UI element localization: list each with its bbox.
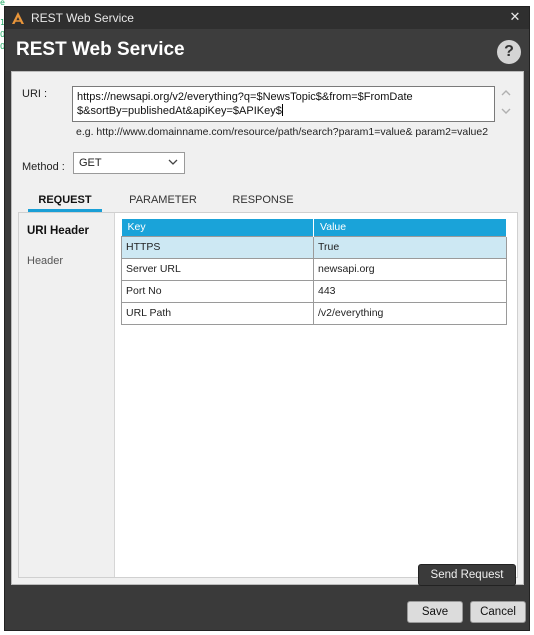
uri-label: URI : bbox=[22, 88, 48, 100]
nav-item-uri-header[interactable]: URI Header bbox=[27, 225, 89, 237]
chevron-down-icon bbox=[167, 155, 179, 169]
dialog-header: REST Web Service ? bbox=[5, 29, 529, 71]
uri-input[interactable]: https://newsapi.org/v2/everything?q=$New… bbox=[72, 86, 495, 122]
request-tabs: REQUEST PARAMETER RESPONSE bbox=[24, 190, 304, 212]
uri-text-line-2-content: $&sortBy=publishedAt&apiKey=$APIKey$ bbox=[77, 105, 282, 117]
uri-header-table: Key Value HTTPS True Server URL newsapi.… bbox=[121, 219, 507, 325]
method-label: Method : bbox=[22, 161, 65, 173]
table-header-row: Key Value bbox=[121, 219, 507, 236]
table-row[interactable]: Server URL newsapi.org bbox=[121, 257, 507, 281]
uri-example-hint: e.g. http://www.domainname.com/resource/… bbox=[76, 126, 489, 138]
tab-parameter[interactable]: PARAMETER bbox=[122, 190, 204, 212]
column-header-value[interactable]: Value bbox=[313, 219, 507, 236]
window-titlebar[interactable]: REST Web Service ✕ bbox=[5, 7, 529, 29]
table-cell-value[interactable]: /v2/everything bbox=[313, 301, 507, 325]
text-caret bbox=[281, 104, 283, 116]
table-row[interactable]: Port No 443 bbox=[121, 279, 507, 303]
tab-request[interactable]: REQUEST bbox=[28, 190, 102, 212]
table-cell-key[interactable]: HTTPS bbox=[121, 235, 314, 259]
window-title: REST Web Service bbox=[31, 11, 134, 25]
page-title: REST Web Service bbox=[16, 39, 185, 60]
scroll-up-icon[interactable] bbox=[499, 86, 513, 104]
cancel-button[interactable]: Cancel bbox=[470, 601, 526, 623]
app-logo-icon bbox=[11, 11, 25, 25]
send-request-button[interactable]: Send Request bbox=[418, 564, 516, 586]
scroll-down-icon[interactable] bbox=[499, 104, 513, 122]
table-row[interactable]: HTTPS True bbox=[121, 235, 507, 259]
table-row[interactable]: URL Path /v2/everything bbox=[121, 301, 507, 325]
uri-header-table-container: Key Value HTTPS True Server URL newsapi.… bbox=[121, 219, 507, 325]
uri-text-line-2: $&sortBy=publishedAt&apiKey=$APIKey$ bbox=[77, 104, 490, 118]
uri-scrollbar[interactable] bbox=[499, 86, 513, 122]
table-cell-value[interactable]: newsapi.org bbox=[313, 257, 507, 281]
table-cell-value[interactable]: 443 bbox=[313, 279, 507, 303]
nav-item-header[interactable]: Header bbox=[27, 255, 63, 267]
dialog-content: URI : https://newsapi.org/v2/everything?… bbox=[11, 71, 524, 586]
tab-response[interactable]: RESPONSE bbox=[224, 190, 302, 212]
uri-text-line-1: https://newsapi.org/v2/everything?q=$New… bbox=[77, 91, 413, 103]
table-cell-value[interactable]: True bbox=[313, 235, 507, 259]
request-side-nav: URI Header Header bbox=[19, 213, 115, 577]
request-panel: URI Header Header Key Value HTTPS True S… bbox=[18, 212, 518, 578]
help-icon[interactable]: ? bbox=[497, 40, 521, 64]
method-selected-value: GET bbox=[79, 157, 102, 169]
column-header-key[interactable]: Key bbox=[121, 219, 314, 236]
table-cell-key[interactable]: URL Path bbox=[121, 301, 314, 325]
table-cell-key[interactable]: Server URL bbox=[121, 257, 314, 281]
save-button[interactable]: Save bbox=[407, 601, 463, 623]
method-select[interactable]: GET bbox=[73, 152, 185, 174]
close-icon[interactable]: ✕ bbox=[508, 10, 522, 25]
rest-web-service-dialog: REST Web Service ✕ REST Web Service ? UR… bbox=[4, 6, 530, 631]
table-cell-key[interactable]: Port No bbox=[121, 279, 314, 303]
